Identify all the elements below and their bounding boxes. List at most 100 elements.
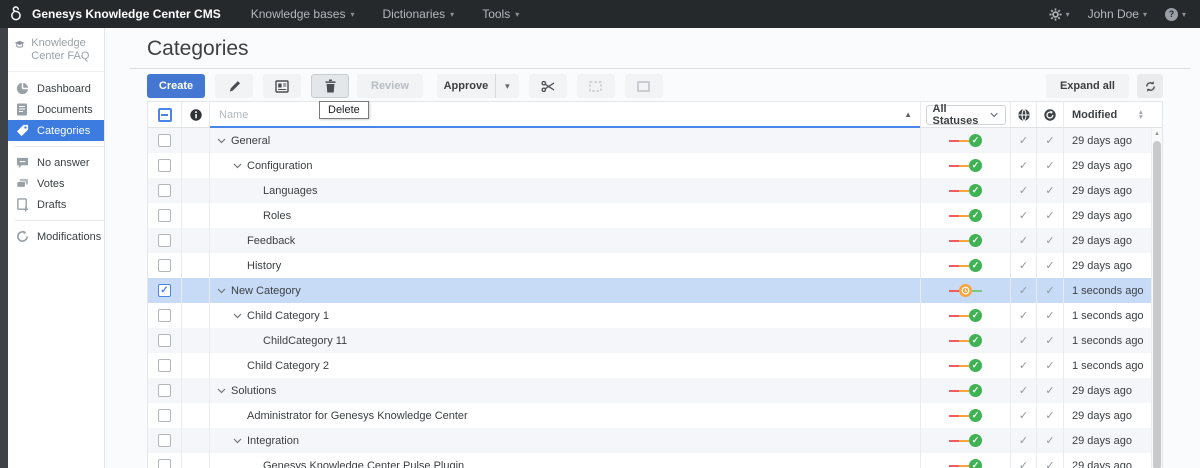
table-row[interactable]: Languages ✓ ✓ ✓ 29 days ago (148, 178, 1162, 203)
modified-header[interactable]: Modified (1072, 109, 1117, 121)
select-all-button[interactable] (625, 74, 663, 98)
table-row[interactable]: Roles ✓ ✓ ✓ 29 days ago (148, 203, 1162, 228)
status-indicator: ✓ (949, 334, 982, 347)
sort-ascending-icon[interactable]: ▲ (904, 110, 912, 119)
category-name[interactable]: Genesys Knowledge Center Pulse Plugin (263, 460, 464, 468)
row-checkbox[interactable] (158, 159, 171, 172)
sidebar-item-votes[interactable]: Votes (8, 173, 104, 194)
table-row[interactable]: Child Category 2 ✓ ✓ ✓ 1 seconds ago (148, 353, 1162, 378)
graduation-cap-icon (14, 37, 25, 53)
table-row[interactable]: History ✓ ✓ ✓ 29 days ago (148, 253, 1162, 278)
status-stage-green (972, 290, 982, 292)
table-row[interactable]: General ✓ ✓ ✓ 29 days ago (148, 128, 1162, 153)
sidebar-item-documents[interactable]: Documents (8, 99, 104, 120)
menu-dictionaries[interactable]: Dictionaries▾ (382, 7, 454, 21)
globe-icon[interactable] (1017, 108, 1031, 122)
row-checkbox[interactable] (158, 409, 171, 422)
row-checkbox[interactable] (158, 209, 171, 222)
row-checkbox[interactable] (158, 234, 171, 247)
vertical-scrollbar[interactable]: ▲ (1151, 128, 1162, 468)
review-button[interactable]: Review (357, 74, 423, 98)
cut-button[interactable] (529, 74, 567, 98)
row-checkbox[interactable] (158, 459, 171, 468)
expand-all-button[interactable]: Expand all (1046, 74, 1129, 98)
status-indicator: ✓ (949, 209, 982, 222)
modified-cell: 1 seconds ago (1072, 335, 1144, 347)
sidebar-item-modifications[interactable]: Modifications (8, 226, 104, 247)
category-name[interactable]: Configuration (247, 160, 312, 172)
scroll-up-arrow[interactable]: ▲ (1152, 128, 1162, 139)
table-row[interactable]: Configuration ✓ ✓ ✓ 29 days ago (148, 153, 1162, 178)
sidebar-item-no-answer[interactable]: No answer (8, 152, 104, 173)
settings-menu[interactable]: ▾ (1049, 8, 1070, 21)
table-row[interactable]: Administrator for Genesys Knowledge Cent… (148, 403, 1162, 428)
menu-tools[interactable]: Tools▾ (482, 7, 519, 21)
sidebar-item-drafts[interactable]: Drafts (8, 194, 104, 215)
table-row[interactable]: ChildCategory 11 ✓ ✓ ✓ 1 seconds ago (148, 328, 1162, 353)
row-checkbox[interactable] (158, 334, 171, 347)
category-name[interactable]: New Category (231, 285, 301, 297)
chevron-down-icon[interactable] (217, 138, 231, 144)
sidebar-item-dashboard[interactable]: Dashboard (8, 78, 104, 99)
table-row[interactable]: Feedback ✓ ✓ ✓ 29 days ago (148, 228, 1162, 253)
row-checkbox[interactable]: ✓ (158, 284, 171, 297)
status-stage-orange (959, 240, 969, 242)
view-document-button[interactable] (263, 74, 301, 98)
approve-dropdown[interactable]: ▾ (495, 74, 519, 98)
status-stage-red (949, 290, 959, 292)
delete-tooltip: Delete (319, 101, 369, 119)
select-all-checkbox[interactable] (158, 108, 172, 122)
table-row[interactable]: Integration ✓ ✓ ✓ 29 days ago (148, 428, 1162, 453)
table-row[interactable]: ✓ New Category ✓ ✓ 1 seconds ago (148, 278, 1162, 303)
table-row[interactable]: Solutions ✓ ✓ ✓ 29 days ago (148, 378, 1162, 403)
document-plus-icon (15, 198, 29, 212)
table-row[interactable]: Child Category 1 ✓ ✓ ✓ 1 seconds ago (148, 303, 1162, 328)
category-name[interactable]: Roles (263, 210, 291, 222)
row-checkbox[interactable] (158, 359, 171, 372)
select-region-button[interactable] (577, 74, 615, 98)
category-name[interactable]: Administrator for Genesys Knowledge Cent… (247, 410, 468, 422)
status-filter-select[interactable]: All Statuses (926, 105, 1006, 125)
category-name[interactable]: Solutions (231, 385, 276, 397)
chevron-down-icon[interactable] (217, 288, 231, 294)
row-checkbox[interactable] (158, 134, 171, 147)
scrollbar-thumb[interactable] (1153, 141, 1161, 468)
help-menu[interactable]: ? ▾ (1165, 8, 1186, 21)
chevron-down-icon[interactable] (233, 313, 247, 319)
category-name[interactable]: General (231, 135, 270, 147)
create-button[interactable]: Create (147, 74, 205, 98)
row-checkbox[interactable] (158, 384, 171, 397)
sidebar-item-categories[interactable]: Categories (8, 120, 104, 141)
status-stage-red (949, 415, 959, 417)
chevron-down-icon[interactable] (217, 388, 231, 394)
translated-check-icon: ✓ (1045, 209, 1054, 222)
chevron-down-icon[interactable] (233, 438, 247, 444)
category-name[interactable]: ChildCategory 11 (263, 335, 347, 347)
delete-button[interactable] (311, 74, 349, 98)
user-menu[interactable]: John Doe ▾ (1088, 7, 1147, 21)
refresh-button[interactable] (1137, 74, 1163, 98)
category-name[interactable]: Languages (263, 185, 317, 197)
status-approved-icon: ✓ (969, 159, 982, 172)
row-checkbox[interactable] (158, 259, 171, 272)
sort-both-icon[interactable]: ▲▼ (1138, 110, 1144, 120)
category-name[interactable]: Child Category 1 (247, 310, 329, 322)
approve-button[interactable]: Approve (437, 74, 495, 98)
chevron-down-icon[interactable] (233, 163, 247, 169)
category-name[interactable]: History (247, 260, 281, 272)
status-stage-red (949, 165, 959, 167)
row-checkbox[interactable] (158, 434, 171, 447)
category-name[interactable]: Integration (247, 435, 299, 447)
edit-button[interactable] (215, 74, 253, 98)
knowledge-base-header[interactable]: Knowledge Center FAQ (8, 28, 104, 72)
row-checkbox[interactable] (158, 309, 171, 322)
category-name[interactable]: Child Category 2 (247, 360, 329, 372)
history-icon[interactable] (1043, 108, 1057, 122)
name-filter-input[interactable] (210, 109, 900, 121)
row-checkbox[interactable] (158, 184, 171, 197)
category-name[interactable]: Feedback (247, 235, 295, 247)
menu-knowledge-bases[interactable]: Knowledge bases▾ (251, 7, 355, 21)
table-row[interactable]: Genesys Knowledge Center Pulse Plugin ✓ … (148, 453, 1162, 468)
modified-cell: 1 seconds ago (1072, 285, 1144, 297)
status-approved-icon: ✓ (969, 359, 982, 372)
